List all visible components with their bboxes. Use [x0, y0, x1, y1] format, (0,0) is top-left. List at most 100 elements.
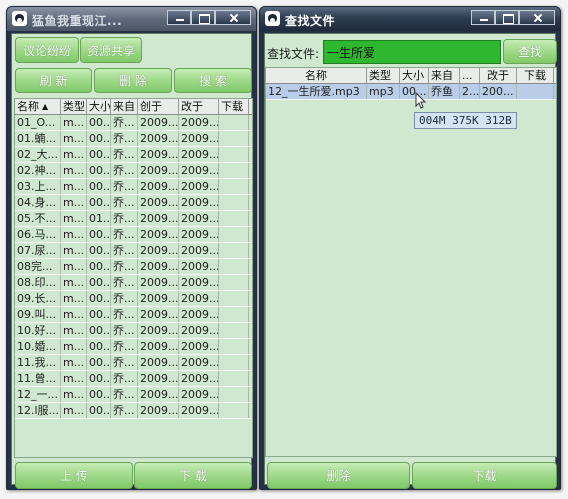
table-cell: 12_一... — [15, 387, 61, 402]
table-row[interactable]: 10.好...m...00...乔...2009...2009... — [15, 323, 252, 339]
table-row[interactable]: 12_一...m...00...乔...2009...2009... — [15, 387, 252, 403]
column-modified[interactable]: 改于 — [179, 99, 219, 114]
table-row[interactable]: 08.印...m...00...乔...2009...2009... — [15, 275, 252, 291]
tab-discussion[interactable]: 议论纷纷 — [15, 37, 79, 63]
table-cell: 乔... — [111, 307, 138, 322]
table-cell: m... — [61, 371, 87, 386]
table-cell — [219, 211, 249, 226]
table-cell: 2009... — [140, 227, 179, 242]
column-type[interactable]: 类型 — [367, 68, 400, 83]
table-row[interactable]: 03.上...m...00...乔...2009...2009... — [15, 179, 252, 195]
table-cell — [219, 291, 249, 306]
refresh-button[interactable]: 刷 新 — [15, 68, 92, 93]
table-row[interactable]: 08完...m...00...乔...2009...2009... — [15, 259, 252, 275]
table-cell: 00... — [89, 227, 111, 242]
table-cell: 00... — [89, 179, 111, 194]
column-name[interactable]: 名称 ▲ — [15, 99, 61, 114]
table-row[interactable]: 01_O...m...00...乔...2009...2009... — [15, 115, 252, 131]
close-icon[interactable] — [215, 10, 251, 25]
table-header: 名称 类型 大小 来自 ... 改于 下载 — [266, 68, 556, 84]
right-titlebar[interactable]: 查找文件 — [260, 7, 560, 31]
table-cell: m... — [61, 323, 87, 338]
table-cell: 乔... — [111, 227, 138, 242]
column-type[interactable]: 类型 — [61, 99, 87, 114]
download-button[interactable]: 下 载 — [134, 462, 252, 489]
table-cell: m... — [61, 163, 87, 178]
table-cell: m... — [61, 227, 87, 242]
download-result-button[interactable]: 下载 — [412, 462, 557, 489]
table-row[interactable]: 12_一生所爱.mp3 mp3 00... 乔鱼 2... 200... — [266, 84, 556, 100]
search-input[interactable] — [323, 40, 501, 64]
right-window-title: 查找文件 — [285, 14, 336, 28]
table-cell: 10.好... — [15, 323, 61, 338]
table-row[interactable]: 01.蝻...m...00...乔...2009...2009... — [15, 131, 252, 147]
table-cell: 2009... — [181, 115, 219, 130]
table-cell: 2009... — [181, 355, 219, 370]
table-row[interactable]: 04.身...m...00...乔...2009...2009... — [15, 195, 252, 211]
table-cell: 12.l服... — [17, 403, 61, 418]
column-from[interactable]: 来自 — [429, 68, 460, 83]
table-row[interactable]: 10.婚...m...00...乔...2009...2009... — [15, 339, 252, 355]
table-cell: 2009... — [181, 387, 219, 402]
table-cell: 01_O... — [15, 115, 61, 130]
upload-button[interactable]: 上 传 — [15, 462, 133, 489]
table-row[interactable]: 05.不...m...01...乔...2009...2009... — [15, 211, 252, 227]
table-cell: 2... — [462, 84, 480, 99]
delete-button[interactable]: 删 除 — [94, 68, 172, 93]
column-name[interactable]: 名称 — [266, 68, 367, 83]
table-cell: 00... — [89, 323, 111, 338]
column-from[interactable]: 来自 — [111, 99, 138, 114]
column-size[interactable]: 大小 — [87, 99, 111, 114]
maximize-icon[interactable] — [495, 10, 519, 25]
delete-result-button[interactable]: 删除 — [267, 462, 410, 489]
table-row[interactable]: 02.神...m...00...乔...2009...2009... — [15, 163, 252, 179]
sort-ascending-icon: ▲ — [42, 102, 49, 111]
minimize-icon[interactable] — [471, 10, 495, 25]
table-cell — [219, 403, 249, 418]
table-cell: 00... — [89, 371, 111, 386]
search-button[interactable]: 搜 索 — [174, 68, 252, 93]
minimize-icon[interactable] — [167, 10, 191, 25]
table-cell: 乔... — [111, 211, 138, 226]
maximize-icon[interactable] — [191, 10, 215, 25]
column-download[interactable]: 下载 — [517, 68, 554, 83]
table-cell: 11.曾... — [15, 371, 61, 386]
column-download[interactable]: 下载 — [219, 99, 249, 114]
table-cell: 2009... — [140, 355, 179, 370]
table-row[interactable]: 06.马...m...00...乔...2009...2009... — [15, 227, 252, 243]
table-cell: 02.神... — [15, 163, 61, 178]
find-button[interactable]: 查找 — [503, 39, 557, 64]
table-cell: 00... — [89, 195, 111, 210]
table-row[interactable]: 11.曾...m...00...乔...2009...2009... — [15, 371, 252, 387]
left-titlebar[interactable]: 猛鱼我重现江... — [7, 7, 256, 31]
left-file-table[interactable]: 名称▲ 类型 大小 来自 创于 改于 下载 01_O...m...00...乔.… — [14, 98, 253, 458]
column-created[interactable]: 创于 — [138, 99, 179, 114]
table-cell: 00... — [89, 355, 111, 370]
table-row[interactable]: 12.l服...m...00...乔...2009...2009... — [15, 403, 252, 419]
table-cell: 乔... — [111, 179, 138, 194]
column-size[interactable]: 大小 — [400, 68, 429, 83]
table-cell: 乔... — [111, 339, 138, 354]
table-cell: 2009... — [140, 339, 179, 354]
table-cell: 2009... — [140, 243, 179, 258]
table-cell — [219, 163, 249, 178]
table-row[interactable]: 02_大...m...00...乔...2009...2009... — [15, 147, 252, 163]
table-cell: 2009... — [140, 115, 179, 130]
table-row[interactable]: 09.叫...m...00...乔...2009...2009... — [15, 307, 252, 323]
table-cell: 2009... — [140, 195, 179, 210]
tab-resource-share[interactable]: 资源共享 — [80, 37, 142, 63]
table-cell: 03.上... — [15, 179, 61, 194]
table-row[interactable]: 07.尿...m...00...乔...2009...2009... — [15, 243, 252, 259]
close-icon[interactable] — [519, 10, 555, 25]
table-cell: 08完... — [15, 259, 61, 274]
table-row[interactable]: 09.长...m...00...乔...2009...2009... — [15, 291, 252, 307]
table-row[interactable]: 11.我...m...00...乔...2009...2009... — [15, 355, 252, 371]
table-cell: m... — [61, 243, 87, 258]
table-cell — [219, 147, 249, 162]
column-created[interactable]: ... — [460, 68, 480, 83]
table-cell: 2009... — [140, 387, 179, 402]
right-window-body: 查找文件: 查找 名称 类型 大小 来自 ... 改于 下载 12_一生所爱.m… — [264, 33, 557, 489]
table-cell: 乔... — [111, 291, 138, 306]
table-cell: 2009... — [181, 339, 219, 354]
column-modified[interactable]: 改于 — [480, 68, 517, 83]
